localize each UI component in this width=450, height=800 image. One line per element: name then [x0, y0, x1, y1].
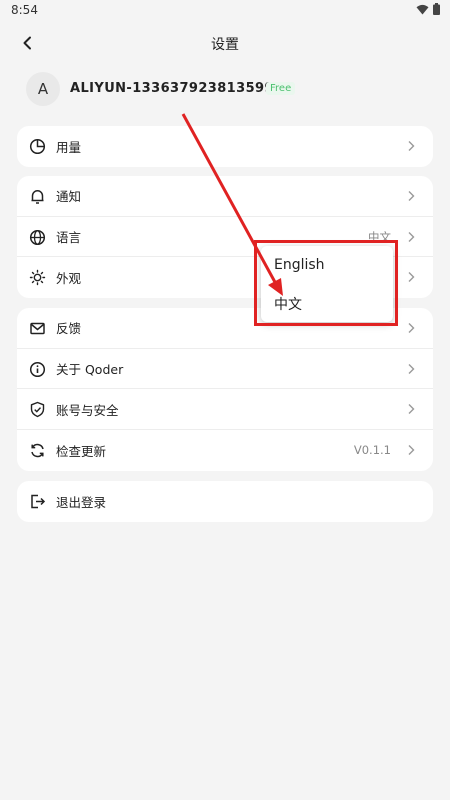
globe-icon: [29, 229, 46, 245]
chevron-right-icon: [408, 323, 415, 333]
settings-row-label: 用量: [56, 139, 82, 155]
top-bar: 设置: [0, 28, 450, 58]
shield-check-icon: [30, 402, 45, 418]
info-icon: [29, 361, 46, 377]
chevron-right-icon: [408, 191, 415, 201]
version-value: V0.1.1: [353, 443, 391, 458]
chevron-right-icon: [408, 404, 415, 415]
settings-row-account-security[interactable]: 账号与安全: [17, 389, 433, 431]
settings-row-label: 检查更新: [56, 443, 107, 459]
page-title: 设置: [211, 37, 239, 53]
settings-row-label: 通知: [56, 189, 82, 205]
status-time: 8:54: [11, 3, 38, 17]
logout-icon: [31, 494, 46, 509]
settings-row-label: 外观: [56, 271, 82, 287]
sun-icon: [29, 270, 46, 286]
status-icons: [416, 3, 440, 15]
settings-row-label: 账号与安全: [56, 402, 119, 418]
language-value: 中文: [368, 229, 391, 244]
settings-row-label: 反馈: [56, 321, 82, 337]
logout-card: 退出登录: [17, 481, 433, 522]
chevron-right-icon: [408, 363, 415, 374]
settings-row-label: 关于 Qoder: [56, 362, 124, 378]
profile-header: A ALIYUN-1336379238135992 Free: [26, 72, 426, 108]
status-bar: 8:54: [0, 0, 450, 20]
chevron-right-icon: [408, 141, 415, 151]
refresh-icon: [31, 443, 44, 458]
settings-row-label: 退出登录: [56, 494, 107, 510]
settings-row-notifications[interactable]: 通知: [17, 176, 433, 217]
pie-chart-icon: [29, 138, 46, 155]
language-option-chinese[interactable]: 中文: [274, 294, 302, 314]
usage-card: 用量: [17, 126, 433, 167]
wifi-icon: [416, 4, 429, 14]
avatar[interactable]: A: [26, 72, 60, 106]
language-menu: English 中文: [261, 246, 393, 322]
settings-row-logout[interactable]: 退出登录: [17, 481, 433, 522]
plan-badge: Free: [266, 82, 296, 95]
settings-row-check-update[interactable]: 检查更新 V0.1.1: [17, 430, 433, 471]
mail-icon: [30, 322, 45, 335]
info-card: 反馈 关于 Qoder 账号与安全 检查更新 V0.1.1: [17, 308, 433, 471]
chevron-right-icon: [408, 272, 415, 283]
bell-icon: [31, 190, 44, 204]
chevron-right-icon: [408, 231, 415, 242]
settings-row-label: 语言: [56, 230, 82, 246]
language-option-english[interactable]: English: [274, 257, 325, 273]
username: ALIYUN-1336379238135992: [70, 81, 284, 96]
battery-icon: [433, 3, 440, 15]
settings-row-about[interactable]: 关于 Qoder: [17, 349, 433, 390]
settings-row-usage[interactable]: 用量: [17, 126, 433, 167]
chevron-right-icon: [408, 445, 415, 456]
